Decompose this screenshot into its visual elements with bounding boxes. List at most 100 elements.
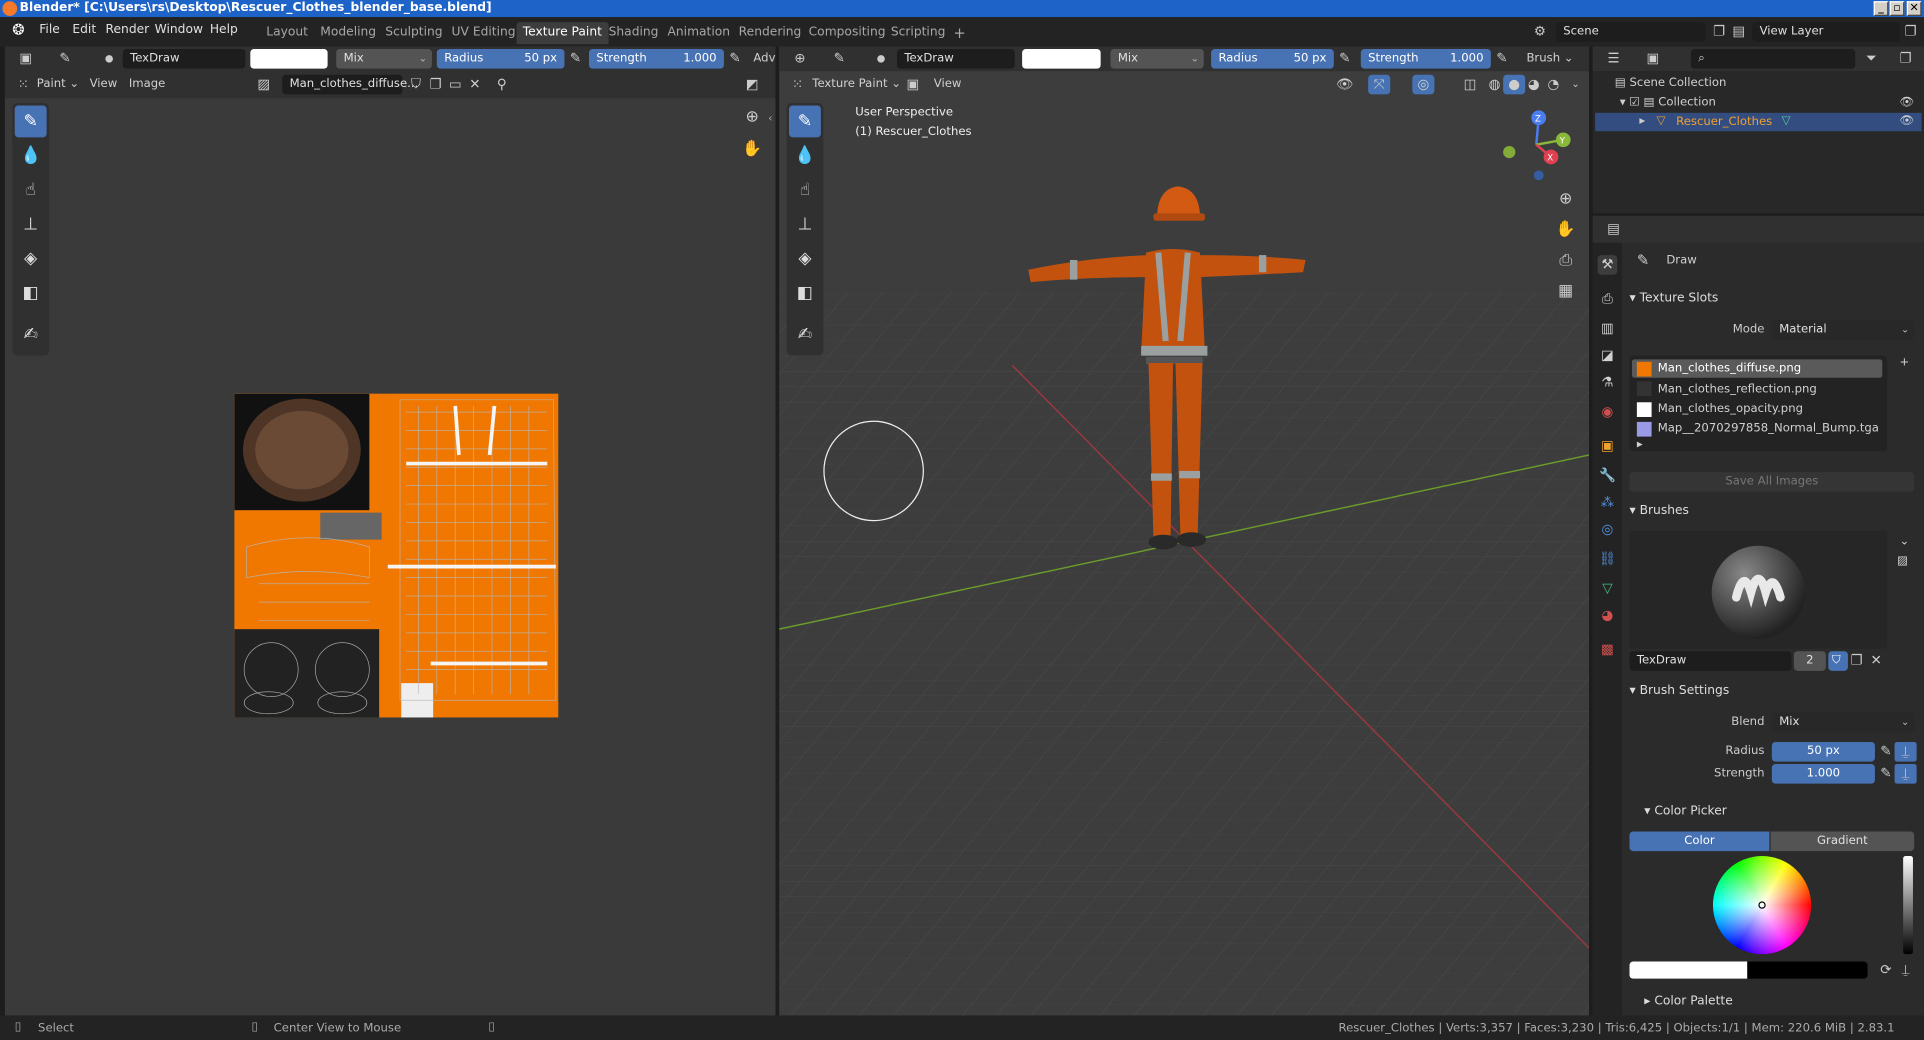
annotate-tool-icon[interactable]: ✍ [15,319,47,351]
brush-tool-icon[interactable]: ✎ [828,49,850,69]
smear-tool-icon[interactable]: ☝ [789,174,821,206]
menu-help[interactable]: Help [210,23,238,36]
advanced-menu[interactable]: Adv [753,52,775,65]
tab-compositing[interactable]: Compositing [802,22,891,44]
strength-unit-icon[interactable]: ⍊ [1894,764,1917,784]
eye-icon[interactable]: 👁 [1899,114,1914,127]
world-tab-icon[interactable]: ◉ [1598,402,1618,422]
gizmo-toggle-icon[interactable]: ⤧ [1368,74,1391,95]
menu-file[interactable]: File [39,23,60,36]
brush-preview-panel[interactable] [1629,531,1888,649]
color-palette-header[interactable]: ▸ Color Palette [1644,995,1733,1008]
strength-slider[interactable]: Strength 1.000 [588,49,724,69]
tab-rendering[interactable]: Rendering [733,22,808,44]
color-tab[interactable]: Color [1629,831,1770,852]
editor-type-icon[interactable]: ▣ [15,49,37,69]
new-view-layer-icon[interactable]: ❐ [1899,22,1921,42]
texture-slot-item[interactable]: Man_clothes_reflection.png [1658,383,1817,396]
scene-tab-icon[interactable]: ⚗ [1598,373,1618,393]
texture-slot-mode-dropdown[interactable]: Material ⌄ [1771,320,1915,340]
visibility-icon[interactable]: 👁 [1334,75,1356,95]
texture-slot-item[interactable]: Map__2070297858_Normal_Bump.tga [1658,422,1879,435]
fill-tool-icon[interactable]: ◈ [15,243,47,275]
navigation-gizmo[interactable]: Z Y X [1497,105,1576,183]
brush-name-field[interactable]: TexDraw [896,49,1015,69]
tab-modeling[interactable]: Modeling [314,22,382,44]
radius-slider[interactable]: 50 px [1771,741,1875,762]
constraints-tab-icon[interactable]: ⛓ [1598,549,1618,569]
new-collection-icon[interactable]: ❐ [1895,49,1917,69]
editor-type-icon[interactable]: ☰ [1603,49,1625,69]
expand-arrow-icon[interactable]: ▸ [1639,114,1645,127]
blend-dropdown[interactable]: Mix ⌄ [336,49,432,69]
color-wheel-cursor[interactable] [1758,901,1766,909]
unlink-brush-icon[interactable]: ✕ [1865,651,1887,671]
color-pressure-icon[interactable]: ⍊ [1895,960,1917,980]
save-all-images-button[interactable]: Save All Images [1629,472,1915,492]
blend-dropdown[interactable]: Mix ⌄ [1110,49,1204,69]
color-picker-header[interactable]: ▾ Color Picker [1644,805,1727,818]
display-mode-icon[interactable]: ▣ [1642,49,1664,69]
outliner-search-input[interactable]: ⌕ [1690,49,1856,69]
clone-tool-icon[interactable]: ⊥ [15,208,47,240]
overlay-toggle-icon[interactable]: ◎ [1412,74,1435,95]
minimize-button[interactable]: _ [1873,1,1889,16]
pressure-strength-icon[interactable]: ✎ [724,49,746,69]
annotate-tool-icon[interactable]: ✍ [789,319,821,351]
brush-name-field[interactable]: TexDraw [1629,651,1792,671]
mask-tool-icon[interactable]: ◧ [789,277,821,309]
brush-menu[interactable]: Brush ⌄ [1526,52,1573,65]
mode-dropdown[interactable]: Texture Paint ⌄ [812,77,901,90]
scene-name-field[interactable]: Scene [1555,22,1706,42]
tab-animation[interactable]: Animation [661,22,736,44]
add-slot-icon[interactable]: + [1899,356,1909,369]
close-button[interactable]: ✕ [1906,1,1922,16]
pressure-radius-icon[interactable]: ✎ [564,49,586,69]
radius-unit-icon[interactable]: ⍊ [1894,741,1917,762]
texture-slots-header[interactable]: ▾ Texture Slots [1630,292,1719,305]
outliner-scene-collection[interactable]: ▤ Scene Collection [1615,76,1727,89]
brush-name-field[interactable]: TexDraw [122,49,246,69]
expand-arrow-icon[interactable]: ▾ [1620,96,1626,109]
view-layer-icon[interactable]: ▤ [1728,22,1750,42]
paint-mode-icon[interactable]: ⁙ [12,75,34,95]
checkbox-icon[interactable]: ☑ [1629,96,1639,109]
secondary-color-swatch[interactable] [1747,961,1868,979]
clone-tool-icon[interactable]: ⊥ [789,208,821,240]
brushes-header[interactable]: ▾ Brushes [1630,504,1689,517]
menu-edit[interactable]: Edit [72,23,96,36]
mask-toggle-icon[interactable]: ▣ [902,75,924,95]
ortho-grid-icon[interactable]: ▦ [1555,282,1577,302]
soften-tool-icon[interactable]: 💧 [789,140,821,172]
object-tab-icon[interactable]: ▣ [1598,437,1618,457]
brush-image-icon[interactable]: ▨ [1897,554,1908,567]
tab-sculpting[interactable]: Sculpting [379,22,449,44]
editor-type-icon[interactable]: ▤ [1603,220,1625,240]
menu-view[interactable]: View [90,77,118,90]
color-wheel[interactable] [1712,856,1812,955]
mask-tool-icon[interactable]: ◧ [15,277,47,309]
expand-arrow-icon[interactable]: ▸ [1637,438,1643,451]
texture-image[interactable] [234,393,559,718]
collapse-arrow-icon[interactable]: ‹ [768,113,772,125]
display-channels-icon[interactable]: ◩ [741,75,763,95]
color-swatch[interactable] [250,49,328,69]
editor-type-icon[interactable]: ⊕ [789,49,811,69]
tool-tab-icon[interactable]: ⚒ [1597,255,1618,275]
brush-users-count[interactable]: 2 [1793,651,1826,671]
radius-slider[interactable]: Radius 50 px [1211,49,1334,69]
value-slider[interactable] [1903,856,1913,955]
eye-icon[interactable]: 👁 [1899,96,1914,109]
tab-uv-editing[interactable]: UV Editing [445,22,521,44]
output-tab-icon[interactable]: ▥ [1598,319,1618,339]
outliner-collection[interactable]: ▾ ☑ ▤ Collection [1620,96,1716,109]
view-layer-tab-icon[interactable]: ◪ [1598,346,1618,366]
color-swatch[interactable] [1022,49,1101,69]
draw-tool-icon[interactable]: ✎ [788,105,821,138]
zoom-icon[interactable]: ⊕ [741,108,763,128]
blend-dropdown[interactable]: Mix ⌄ [1771,712,1915,733]
soften-tool-icon[interactable]: 💧 [15,140,47,172]
strength-slider[interactable]: 1.000 [1771,764,1875,784]
texture-tab-icon[interactable]: ▩ [1598,640,1618,660]
smear-tool-icon[interactable]: ☝ [15,174,47,206]
